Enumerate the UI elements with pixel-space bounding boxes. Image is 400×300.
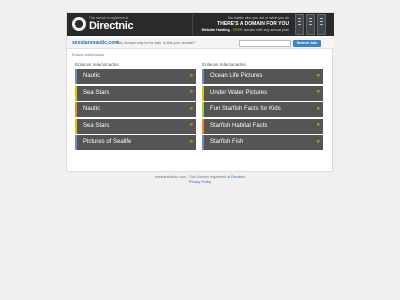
chevron-right-icon: » [189,105,193,112]
registrar-banner[interactable]: This domain is registered at Directnic N… [67,13,334,36]
brand-name: Directnic [89,20,134,32]
right-link-list: Ocean Life Pictures » Under Water Picture… [199,69,326,152]
chevron-right-icon: » [316,72,320,79]
hosting-label: Website Hosting [201,28,230,32]
chevron-right-icon: » [316,122,320,128]
chevron-right-icon: » [316,105,320,112]
right-column-title: Enlaces relacionados [202,62,246,67]
related-link[interactable]: Starfish Fish » [202,135,323,150]
footer: sexstarsnautic.com - This Domain registe… [0,175,400,185]
related-link[interactable]: Starfish Habitat Facts » [202,118,323,134]
hosting-rest: domain with any annual plan [243,28,289,32]
chevron-right-icon: » [189,122,193,128]
chevron-right-icon: » [316,89,320,95]
related-link-label: Starfish Habitat Facts [210,122,268,129]
related-link[interactable]: Pictures of Sealife » [75,135,196,150]
banner-divider [192,14,193,35]
related-link-label: Ocean Life Pictures [210,73,263,79]
free-label: FREE [232,28,243,32]
left-link-list: Nautic » Sea Stars » Nautic » Sea Stars » Pi… [72,69,199,152]
domain-bar: sexstarsnautic.com This domain may be fo… [67,38,334,49]
banner-tagline-2: THERE'S A DOMAIN FOR YOU [217,20,289,27]
related-link[interactable]: Ocean Life Pictures » [202,69,323,84]
banner-tagline-1: No matter who you are or what you do [228,16,289,20]
related-link[interactable]: Nautic » [75,69,196,84]
search-input[interactable] [239,40,291,47]
related-link-label: Nautic [83,73,101,79]
privacy-policy-link[interactable]: Privacy Policy [189,180,211,184]
banner-tagline-3: Website Hosting - FREE domain with any a… [201,28,289,32]
related-link[interactable]: Sea Stars » [75,118,196,134]
breadcrumb[interactable]: Enlaces relacionados [72,53,104,57]
related-link-label: Fun Starfish Facts for Kids [210,106,281,112]
server-rack-icon [293,14,328,35]
footer-text: sexstarsnautic.com - This Domain registe… [154,175,231,179]
related-link[interactable]: Fun Starfish Facts for Kids » [202,102,323,117]
left-column-title: Enlaces relacionados [75,62,119,67]
related-link[interactable]: Sea Stars » [75,85,196,101]
chevron-right-icon: » [316,138,320,145]
related-link-label: Nautic [83,106,101,112]
chevron-right-icon: » [189,138,193,145]
page-container: This domain is registered at Directnic N… [66,12,334,172]
chevron-right-icon: » [189,72,193,79]
related-link-label: Sea Stars [83,122,110,129]
related-link-label: Sea Stars [83,89,110,96]
domain-sale-message: This domain may be for sale. Is this you… [116,40,196,45]
related-link-label: Pictures of Sealife [83,139,132,145]
chevron-right-icon: » [189,89,193,95]
registrar-link[interactable]: Directnic [231,175,245,179]
related-link-label: Starfish Fish [210,139,244,145]
directnic-logo-icon [72,17,86,31]
related-link-label: Under Water Pictures [210,89,268,96]
related-link[interactable]: Under Water Pictures » [202,85,323,101]
related-link[interactable]: Nautic » [75,102,196,117]
domain-name[interactable]: sexstarsnautic.com [72,40,119,46]
search-ads-button[interactable]: Search Ads [293,40,321,47]
